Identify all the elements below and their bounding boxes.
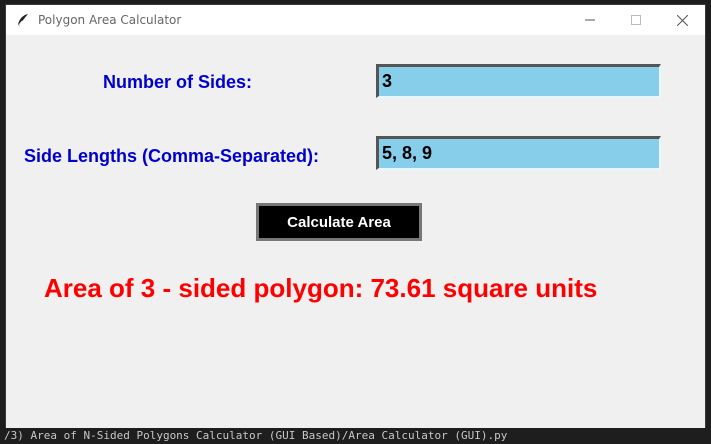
title-bar[interactable]: Polygon Area Calculator — [6, 5, 705, 35]
close-button[interactable] — [659, 5, 705, 35]
minimize-button[interactable] — [567, 5, 613, 35]
window-title: Polygon Area Calculator — [38, 13, 182, 27]
background-editor-line: /3) Area of N-Sided Polygons Calculator … — [0, 428, 711, 444]
app-window: Polygon Area Calculator Number of Sides:… — [5, 4, 706, 436]
minimize-icon — [585, 19, 595, 21]
close-icon — [676, 14, 688, 26]
lengths-label: Side Lengths (Comma-Separated): — [24, 146, 320, 166]
sides-input[interactable] — [376, 64, 661, 98]
lengths-input[interactable] — [376, 136, 661, 170]
maximize-button[interactable] — [613, 5, 659, 35]
sides-label: Number of Sides: — [103, 72, 253, 92]
feather-icon — [17, 14, 28, 27]
maximize-icon — [631, 15, 641, 25]
result-text: Area of 3 - sided polygon: 73.61 square … — [44, 273, 598, 303]
calculate-area-button[interactable]: Calculate Area — [256, 203, 422, 241]
